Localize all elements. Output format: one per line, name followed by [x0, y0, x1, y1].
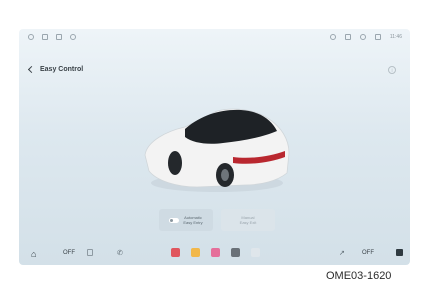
label-line: Easy Exit — [239, 220, 257, 225]
page-title: Easy Control — [40, 66, 84, 73]
settings-icon[interactable] — [396, 249, 403, 256]
label-line: Easy Entry — [183, 220, 203, 225]
app-icon[interactable] — [251, 248, 260, 257]
back-chevron-icon — [27, 65, 36, 74]
climate-right-status[interactable]: OFF — [362, 250, 374, 256]
phone-icon[interactable]: ✆ — [117, 249, 123, 257]
app-icon[interactable] — [191, 248, 200, 257]
automatic-easy-entry-label: Automatic Easy Entry — [183, 215, 202, 225]
figure-code: OME03-1620 — [326, 270, 392, 282]
wifi-icon — [344, 34, 351, 40]
vehicle-display: 11:46 Easy Control i Automatic Easy Entr… — [19, 29, 410, 265]
automatic-easy-entry-button[interactable]: Automatic Easy Entry — [159, 209, 213, 231]
toggle-icon[interactable] — [169, 217, 180, 223]
status-icon — [28, 34, 34, 40]
app-icon[interactable] — [171, 248, 180, 257]
car-rim — [221, 169, 229, 181]
status-icon — [42, 34, 48, 40]
manual-easy-exit-label: Manual Easy Exit — [240, 215, 257, 225]
climate-left-status[interactable]: OFF — [63, 250, 75, 256]
fan-icon[interactable] — [87, 249, 93, 256]
seat-icon[interactable]: ↗ — [339, 249, 345, 257]
status-icon — [329, 34, 336, 40]
clock: 11:46 — [389, 34, 402, 40]
app-icon[interactable] — [231, 248, 240, 257]
signal-icon — [374, 34, 381, 40]
status-bar: 11:46 — [19, 29, 410, 45]
bottom-bar: ⌂ OFF ✆ ↗ OFF — [19, 241, 410, 265]
home-icon[interactable]: ⌂ — [31, 249, 36, 259]
app-icon[interactable] — [211, 248, 220, 257]
status-icons-right: 11:46 — [329, 34, 402, 40]
car-wheel-front — [168, 151, 182, 175]
bluetooth-icon — [359, 34, 366, 40]
manual-easy-exit-button[interactable]: Manual Easy Exit — [221, 209, 275, 231]
status-icons-left — [28, 34, 76, 40]
easy-access-controls: Automatic Easy Entry Manual Easy Exit — [159, 209, 275, 231]
car-illustration — [144, 108, 290, 192]
back-button[interactable]: Easy Control — [27, 65, 84, 74]
status-icon — [70, 34, 76, 40]
status-icon — [56, 34, 62, 40]
info-icon[interactable]: i — [388, 66, 396, 74]
